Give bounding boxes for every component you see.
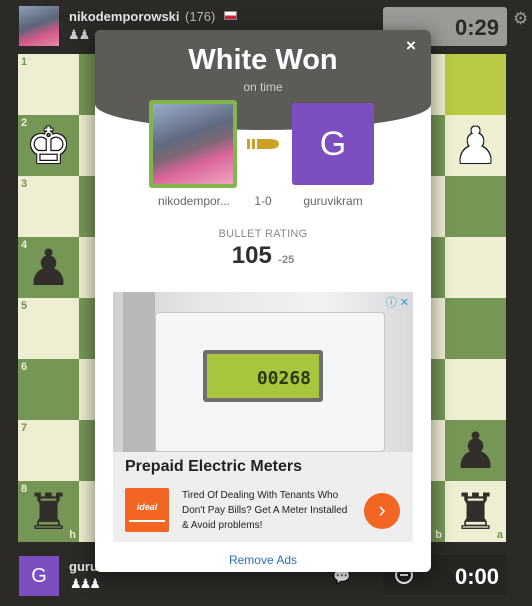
winner-avatar[interactable] [149,100,237,188]
rating-delta: -25 [278,254,295,266]
bottom-clock-time: 0:00 [454,564,499,589]
square[interactable]: ♟ [445,420,506,481]
square[interactable] [445,237,506,298]
square[interactable]: 8 ♜ h [18,481,79,542]
square[interactable]: 1 [18,54,79,115]
winner-name[interactable]: nikodempor... [147,194,241,208]
ad-image[interactable]: 00268 [113,292,413,452]
square[interactable] [445,298,506,359]
bottom-captured-pieces: ♟♟♟ [70,576,101,591]
square[interactable]: 4 ♟ [18,237,79,298]
black-pawn-piece[interactable]: ♟ [18,237,79,298]
square[interactable]: ♟ [445,115,506,176]
square[interactable]: 6 [18,359,79,420]
game-over-modal: White Won on time × G nikodempor... 1-0 … [95,30,431,572]
rank-label: 6 [21,361,28,373]
bullet-icon [247,139,279,149]
meter-strip [123,292,155,452]
rank-label: 1 [21,56,28,68]
ad-arrow-button[interactable]: › [364,493,400,529]
rank-label: 5 [21,300,28,312]
gear-icon[interactable]: ⚙ [513,9,528,29]
ad-choices-icon[interactable]: ⓘ ✕ [386,294,409,310]
ad-body[interactable]: Tired Of Dealing With Tenants Who Don't … [182,488,354,533]
square[interactable]: 5 [18,298,79,359]
rating-value: 105 [231,242,272,269]
result-title: White Won [188,44,338,76]
square[interactable]: 2 ♚ [18,115,79,176]
black-pawn-piece[interactable]: ♟ [445,420,506,481]
close-icon[interactable]: × [406,36,416,56]
remove-ads-link[interactable]: Remove Ads [95,553,431,567]
rating-label: BULLET RATING [218,228,308,240]
rank-label: 7 [21,422,28,434]
top-player-avatar[interactable] [19,6,59,46]
square[interactable]: 7 [18,420,79,481]
ad-title[interactable]: Prepaid Electric Meters [125,458,302,476]
ad-logo[interactable]: ideal [125,488,169,532]
rating-row: 105 -25 [95,242,431,270]
file-label: h [69,529,76,541]
file-label: b [435,529,442,541]
top-captured-pieces: ♟♟ [68,27,90,42]
game-score: 1-0 [254,194,272,208]
file-label: a [496,529,503,541]
bottom-player-avatar[interactable]: G [19,556,59,596]
square[interactable]: ♜ a [445,481,506,542]
white-king-piece[interactable]: ♚ [18,115,79,176]
loser-avatar[interactable]: G [292,103,374,185]
square[interactable] [445,176,506,237]
loser-name[interactable]: guruvikram [288,194,378,208]
square[interactable]: 3 [18,176,79,237]
top-player-name[interactable]: nikodemporowski [69,9,180,24]
white-pawn-piece[interactable]: ♟ [445,115,506,176]
meter-display: 00268 [203,350,323,402]
poland-flag-icon [224,11,237,20]
rank-label: 3 [21,178,28,190]
bottom-player-name[interactable]: guru [69,559,98,574]
highlighted-square[interactable] [445,54,506,115]
square[interactable] [445,359,506,420]
result-reason: on time [243,80,283,94]
advertisement[interactable]: 00268 ⓘ ✕ Prepaid Electric Meters ideal … [113,292,413,542]
top-player-rating: (176) [185,9,216,24]
